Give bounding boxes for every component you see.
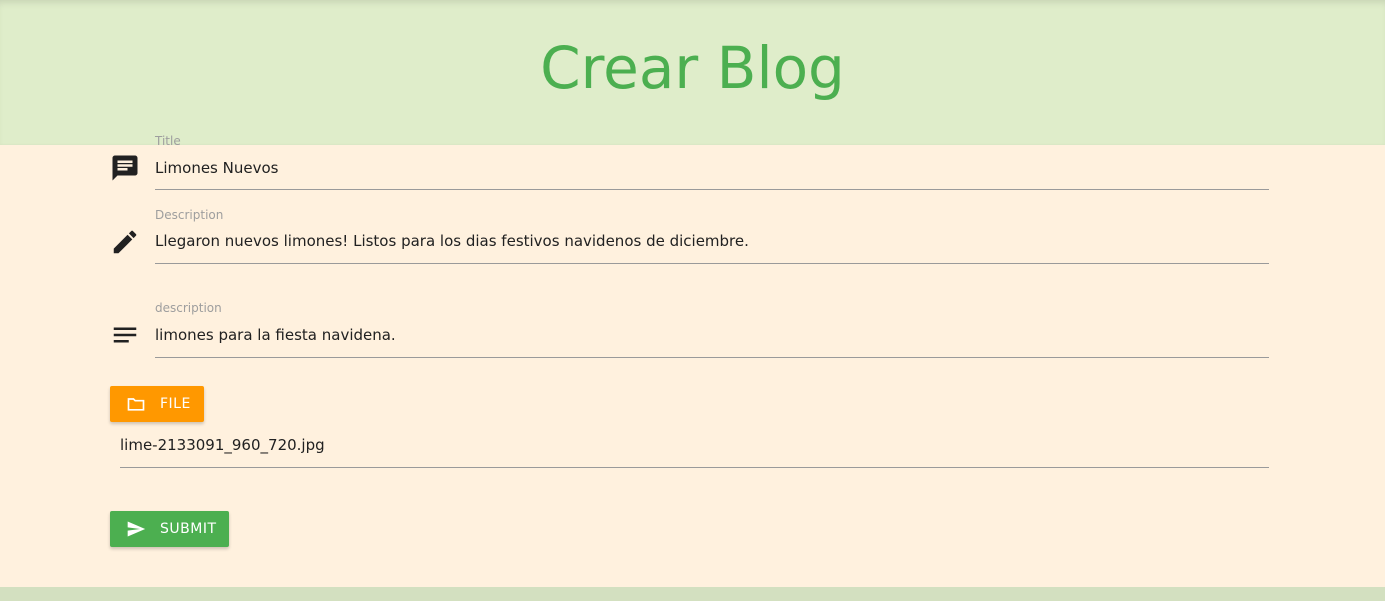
title-input-underline [155, 189, 1269, 190]
submit-button-label: SUBMIT [160, 521, 217, 537]
title-field-label: Title [155, 134, 181, 148]
body-input[interactable]: limones para la fiesta navidena. [155, 326, 396, 344]
file-button[interactable]: FILE [110, 386, 204, 422]
file-name-underline [120, 467, 1269, 468]
description-input[interactable]: Llegaron nuevos limones! Listos para los… [155, 232, 749, 250]
page-header: Crear Blog [0, 0, 1385, 145]
page-title: Crear Blog [540, 34, 845, 102]
body-field-label: description [155, 301, 222, 315]
file-button-label: FILE [160, 396, 191, 412]
comment-icon [110, 153, 140, 183]
body-input-underline [155, 357, 1269, 358]
file-name-input[interactable]: lime-2133091_960_720.jpg [120, 436, 325, 454]
title-input[interactable]: Limones Nuevos [155, 159, 278, 177]
pencil-icon [110, 227, 140, 257]
notes-icon [110, 320, 140, 350]
description-input-underline [155, 263, 1269, 264]
send-icon [127, 521, 146, 537]
page-footer-strip [0, 587, 1385, 601]
description-field-label: Description [155, 208, 224, 222]
folder-icon [127, 398, 145, 411]
submit-button[interactable]: SUBMIT [110, 511, 229, 547]
